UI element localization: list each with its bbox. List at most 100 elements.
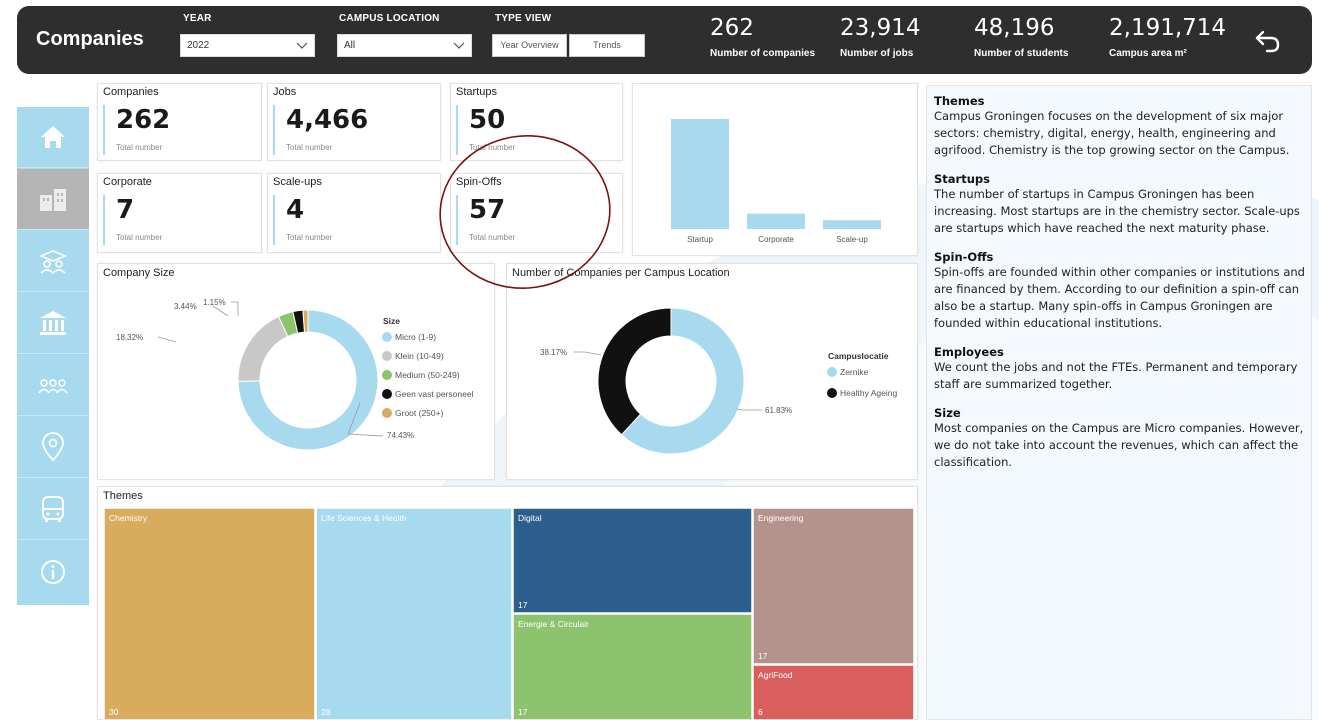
bar-startup — [671, 119, 729, 229]
treemap-tile-label: Chemistry — [109, 513, 148, 523]
bus-icon — [42, 496, 64, 522]
legend-marker — [827, 367, 837, 377]
sidebar-item-home[interactable] — [17, 107, 89, 168]
data-label: 3.44% — [174, 302, 197, 311]
slice-1 — [597, 307, 672, 436]
students-icon — [38, 250, 68, 275]
card-value: 262 — [116, 105, 171, 135]
treemap-tile — [315, 507, 513, 720]
year-dropdown[interactable]: 2022 — [180, 34, 315, 57]
treemap-tile-label: Digital — [518, 513, 542, 523]
sidebar-item-location[interactable] — [17, 417, 89, 478]
card-title: Corporate — [103, 176, 152, 188]
chevron-down-icon — [296, 42, 308, 49]
x-tick-label: Startup — [687, 235, 713, 244]
sidebar-item-people[interactable] — [17, 355, 89, 416]
kpi-students-value: 48,196 — [974, 15, 1055, 41]
treemap-tile-label: AgriFood — [758, 670, 793, 680]
info-icon — [41, 559, 65, 584]
header-bar: Companies YEAR 2022 CAMPUS LOCATION All … — [17, 6, 1312, 74]
card-value: 4 — [286, 195, 305, 225]
sidebar-item-transport[interactable] — [17, 479, 89, 540]
kpi-companies-value: 262 — [710, 15, 754, 41]
kpi-campus-area-value: 2,191,714 — [1109, 15, 1227, 41]
spinoffs-text: Spin-offs are founded within other compa… — [934, 265, 1305, 330]
legend-title: Size — [383, 316, 400, 326]
legend-item-label: Klein (10-49) — [395, 351, 444, 361]
trends-button[interactable]: Trends — [569, 34, 645, 57]
x-tick-label: Corporate — [758, 235, 794, 244]
themes-text: Campus Groningen focuses on the developm… — [934, 109, 1290, 157]
type-view-label: TYPE VIEW — [495, 13, 552, 24]
x-tick-label: Scale-up — [836, 235, 868, 244]
themes-treemap-svg: Chemistry 30 Life Sciences & Health 28 Digit… — [103, 507, 915, 720]
data-label: 74.43% — [387, 431, 414, 440]
card-accent-bar — [103, 105, 105, 155]
legend-title: Campuslocatie — [828, 351, 889, 361]
sidebar-item-students[interactable] — [17, 231, 89, 292]
card-jobs[interactable]: Jobs 4,466 Total number — [267, 83, 441, 161]
employees-heading: Employees — [934, 345, 1004, 359]
back-arrow-icon[interactable] — [1253, 26, 1283, 54]
card-title: Jobs — [273, 86, 297, 98]
legend-marker — [827, 388, 837, 398]
year-dropdown-value: 2022 — [187, 40, 210, 51]
treemap-tile — [512, 613, 753, 720]
treemap-tile-label: Engineering — [758, 513, 804, 523]
data-label: 1.15% — [203, 298, 226, 307]
themes-treemap: Themes Chemistry 30 Life Sciences & Health… — [97, 486, 918, 720]
location-pin-icon — [42, 432, 64, 462]
card-accent-bar — [273, 105, 275, 155]
legend-item-label: Healthy Ageing — [840, 388, 897, 398]
leader-line — [231, 301, 239, 316]
info-text-panel: Themes Campus Groningen focuses on the d… — [926, 85, 1312, 720]
startups-text: The number of startups in Campus Groning… — [934, 187, 1300, 235]
treemap-tile-value: 17 — [758, 651, 768, 661]
kpi-companies-label: Number of companies — [710, 48, 816, 59]
legend-item-label: Groot (250+) — [395, 408, 444, 418]
bar-chart-svg: Startup Corporate Scale-up — [671, 119, 881, 244]
sidebar-item-companies[interactable] — [17, 169, 89, 230]
treemap-tile — [512, 507, 753, 614]
legend-marker — [382, 389, 392, 399]
companies-icon — [40, 189, 66, 211]
bar-scale-up — [823, 220, 881, 229]
card-corporate[interactable]: Corporate 7 Total number — [97, 173, 262, 253]
treemap-tile-value: 28 — [321, 707, 331, 717]
bar-corporate — [747, 213, 805, 229]
sidebar-item-info[interactable] — [17, 541, 89, 602]
slice-1 — [237, 315, 289, 382]
year-filter-label: YEAR — [183, 13, 212, 24]
card-accent-bar — [103, 195, 105, 245]
kpi-campus-area-label: Campus area m² — [1109, 48, 1187, 59]
year-overview-button[interactable]: Year Overview — [492, 34, 567, 57]
highlight-circle-annotation — [439, 135, 611, 289]
people-icon — [38, 379, 68, 394]
legend-marker — [382, 408, 392, 418]
treemap-tile-value: 17 — [518, 707, 528, 717]
leader-line — [212, 305, 229, 317]
card-companies[interactable]: Companies 262 Total number — [97, 83, 262, 161]
treemap-tile-value: 30 — [109, 707, 119, 717]
card-title: Startups — [456, 86, 497, 98]
campus-location-dropdown[interactable]: All — [337, 34, 472, 57]
legend-marker — [382, 332, 392, 342]
card-subtitle: Total number — [116, 143, 163, 152]
institution-icon — [40, 311, 66, 335]
card-scaleups[interactable]: Scale-ups 4 Total number — [267, 173, 441, 253]
data-label: 38.17% — [540, 348, 567, 357]
home-icon — [41, 126, 65, 148]
employees-text: We count the jobs and not the FTEs. Perm… — [934, 360, 1298, 391]
chart-title: Company Size — [103, 267, 175, 279]
kpi-jobs-label: Number of jobs — [840, 48, 914, 59]
sidebar-item-institutions[interactable] — [17, 293, 89, 354]
legend-item-label: Medium (50-249) — [395, 370, 460, 380]
size-heading: Size — [934, 406, 961, 420]
sidebar-nav — [17, 107, 89, 605]
campus-location-filter-label: CAMPUS LOCATION — [339, 13, 440, 24]
campus-location-dropdown-value: All — [344, 40, 356, 51]
card-subtitle: Total number — [286, 143, 333, 152]
page-title: Companies — [36, 28, 144, 50]
legend-marker — [382, 351, 392, 361]
treemap-tile-label: Energie & Circulair — [518, 619, 589, 629]
